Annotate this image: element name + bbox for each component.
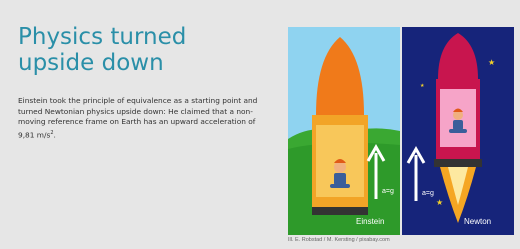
body-text-end: .: [53, 129, 56, 139]
rocket-base-left: [312, 207, 368, 215]
einstein-panel: a=g Einstein: [288, 27, 400, 235]
image-credit: Ill. E. Robstad / M. Kersting / pixabay.…: [288, 237, 390, 243]
star-icon: ★: [420, 83, 425, 89]
caption-newton: Newton: [464, 217, 491, 226]
star-icon: ★: [436, 198, 443, 207]
arrow-label-right: a=g: [422, 190, 434, 197]
star-icon: ★: [488, 58, 495, 67]
arrow-label-left: a=g: [382, 188, 394, 195]
caption-einstein: Einstein: [356, 217, 384, 226]
equivalence-illustration: a=g Einstein ★ ★ ★ a=g Newton: [288, 27, 514, 235]
newton-panel: ★ ★ ★ a=g Newton: [402, 27, 514, 235]
rocket-base-right: [434, 159, 482, 167]
slide-body-text: Einstein took the principle of equivalen…: [18, 96, 273, 140]
slide-title: Physics turned upside down: [18, 24, 187, 76]
